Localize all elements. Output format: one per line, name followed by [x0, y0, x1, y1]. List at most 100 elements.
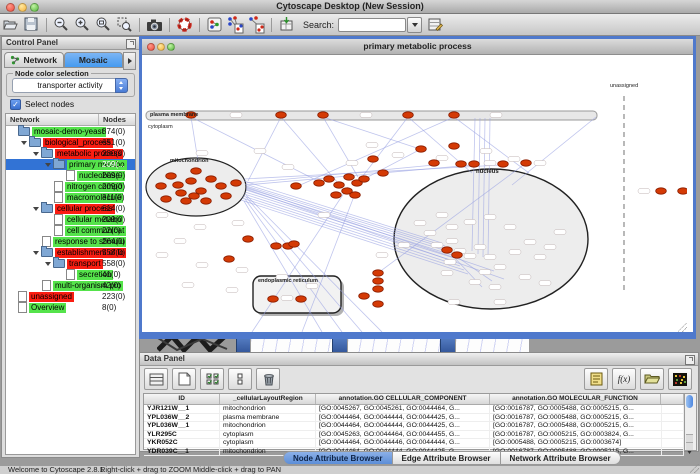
network-window-titlebar[interactable]: primary metabolic process	[142, 39, 693, 55]
table-row[interactable]: YPL036W__2plasma membrane[GO:0044464, GO…	[144, 414, 684, 423]
tree-row-overview[interactable]: Overview8(0)	[6, 302, 135, 313]
network-node[interactable]	[498, 161, 509, 167]
network-node[interactable]	[373, 278, 384, 284]
column-header-_cellularLayoutRegion[interactable]: _cellularLayoutRegion	[220, 394, 316, 404]
tree-row-cell-communicat[interactable]: cell communicat22(0)	[6, 225, 135, 236]
network-node[interactable]	[201, 198, 212, 204]
network-node[interactable]	[521, 160, 532, 166]
tree-row-nitrogen-compo[interactable]: nitrogen compo209(0)	[6, 181, 135, 192]
open-icon[interactable]	[1, 16, 20, 34]
expand-arrow-icon[interactable]	[45, 262, 51, 266]
network-node[interactable]	[224, 256, 235, 262]
table-scrollbar[interactable]	[684, 393, 697, 451]
tree-row-establishment-of-lo[interactable]: establishment of lo558(0)	[6, 247, 135, 258]
network-node[interactable]	[359, 176, 370, 182]
table-row[interactable]: YLR295Ccytoplasm[GO:0045263, GO:0044464,…	[144, 431, 684, 440]
network-node[interactable]	[314, 180, 325, 186]
window-resize-grip[interactable]	[690, 464, 699, 473]
network-node[interactable]	[378, 170, 389, 176]
network-node[interactable]	[469, 161, 480, 167]
tree-row-macromolecule[interactable]: macromolecule311(0)	[6, 192, 135, 203]
network-node[interactable]	[456, 161, 467, 167]
network-node[interactable]	[176, 190, 187, 196]
notes-icon[interactable]	[584, 368, 608, 390]
zoom-out-icon[interactable]	[52, 16, 71, 34]
tab-network[interactable]: Network	[4, 52, 64, 68]
network-node[interactable]	[359, 293, 370, 299]
float-panel-icon[interactable]	[685, 355, 695, 365]
network-node[interactable]	[291, 183, 302, 189]
tree-row-primary-metabo[interactable]: primary metabo209(...	[6, 159, 135, 170]
network-node[interactable]	[449, 112, 460, 118]
column-header-annotation.GO MOLECULAR_FUNCTION[interactable]: annotation.GO MOLECULAR_FUNCTION	[490, 394, 661, 404]
expand-arrow-icon[interactable]	[33, 251, 39, 255]
network-node[interactable]	[243, 236, 254, 242]
network-node[interactable]	[206, 176, 217, 182]
network-node[interactable]	[189, 193, 200, 199]
scroll-down-icon[interactable]	[686, 442, 693, 450]
new-attribute-icon[interactable]	[172, 368, 196, 390]
network-node[interactable]	[221, 193, 232, 199]
network-node[interactable]	[344, 174, 355, 180]
network-edge[interactable]	[512, 117, 596, 185]
network-node[interactable]	[318, 112, 329, 118]
network-edge[interactable]	[281, 117, 338, 183]
network-node[interactable]	[403, 112, 414, 118]
tree-row-transport[interactable]: transport558(0)	[6, 258, 135, 269]
network-canvas[interactable]: plasma membrane cytoplasm mitochondrion …	[142, 55, 687, 332]
tab-network-attribute-browser[interactable]: Network Attribute Browser	[501, 451, 621, 465]
network-node[interactable]	[656, 188, 667, 194]
select-nodes-checkbox[interactable]: ✓	[10, 99, 21, 110]
select-all-icon[interactable]	[200, 368, 224, 390]
tree-row-metabolic-process[interactable]: metabolic process280(0)	[6, 148, 135, 159]
select-attributes-icon[interactable]	[144, 368, 168, 390]
network-node[interactable]	[276, 112, 287, 118]
zoom-fit-icon[interactable]	[94, 16, 113, 34]
network-node[interactable]	[334, 182, 345, 188]
tab-mosaic[interactable]: Mosaic	[64, 52, 124, 68]
tree-row-multi-organism-pro[interactable]: multi-organism pro42(0)	[6, 280, 135, 291]
network-node[interactable]	[181, 198, 192, 204]
layout-edges-icon[interactable]	[247, 16, 266, 34]
network-node[interactable]	[191, 168, 202, 174]
network-node[interactable]	[173, 182, 184, 188]
tab-edge-attribute-browser[interactable]: Edge Attribute Browser	[393, 451, 501, 465]
network-node[interactable]	[289, 241, 300, 247]
network-node[interactable]	[373, 286, 384, 292]
network-node[interactable]	[324, 176, 335, 182]
network-node[interactable]	[331, 192, 342, 198]
expand-arrow-icon[interactable]	[21, 141, 27, 145]
network-node[interactable]	[429, 160, 440, 166]
network-node[interactable]	[373, 301, 384, 307]
import-folder-icon[interactable]	[640, 368, 664, 390]
column-header-ID[interactable]: ID	[144, 394, 220, 404]
matrix-icon[interactable]	[668, 368, 692, 390]
node-color-dropdown[interactable]: transporter activity	[12, 78, 128, 93]
tree-row-nucleobase-[interactable]: nucleobase-209(0)	[6, 170, 135, 181]
snapshot-camera-icon[interactable]	[145, 16, 164, 34]
column-header-extra[interactable]	[661, 394, 684, 404]
import-table-icon[interactable]	[277, 16, 296, 34]
expand-arrow-icon[interactable]	[33, 152, 39, 156]
expand-arrow-icon[interactable]	[33, 207, 39, 211]
network-node[interactable]	[216, 183, 227, 189]
layout-nodes-icon[interactable]	[226, 16, 245, 34]
attribute-editor-icon[interactable]	[426, 16, 445, 34]
tree-row-cellular-metabo[interactable]: cellular metabo209(0)	[6, 214, 135, 225]
network-node[interactable]	[186, 178, 197, 184]
table-row[interactable]: YJR121W__1mitochondrion[GO:0045267, GO:0…	[144, 405, 684, 414]
view-resize-grip[interactable]	[678, 323, 687, 332]
network-node[interactable]	[350, 192, 361, 198]
save-icon[interactable]	[22, 16, 41, 34]
tree-row-secretion[interactable]: secretion41(0)	[6, 269, 135, 280]
tree-row-unassigned[interactable]: unassigned223(0)	[6, 291, 135, 302]
network-node[interactable]	[449, 143, 460, 149]
network-node[interactable]	[156, 183, 167, 189]
scroll-up-icon[interactable]	[686, 434, 693, 442]
table-row[interactable]: YPL036W__1mitochondrion[GO:0044464, GO:0…	[144, 422, 684, 431]
tab-overflow-arrow[interactable]	[123, 52, 136, 70]
tab-node-attribute-browser[interactable]: Node Attribute Browser	[283, 451, 393, 465]
network-node[interactable]	[373, 270, 384, 276]
scrollbar-thumb[interactable]	[686, 395, 693, 408]
help-ring-icon[interactable]	[175, 16, 194, 34]
